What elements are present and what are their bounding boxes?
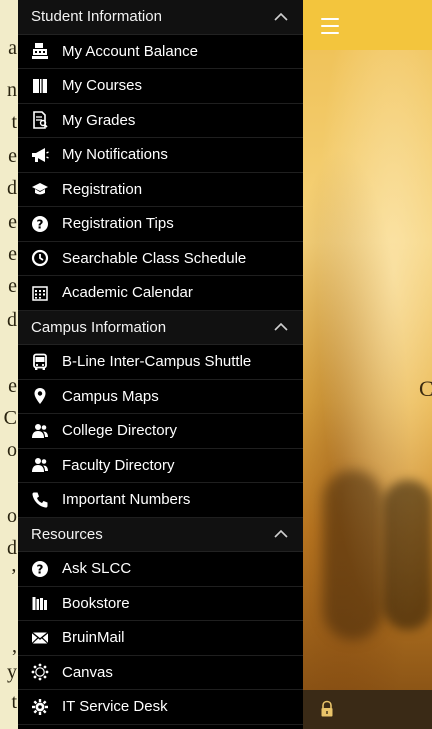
grades-document-icon: [30, 110, 50, 130]
menu-item-label: Canvas: [62, 663, 113, 681]
cash-register-icon: [30, 41, 50, 61]
menu-item-my-notifications[interactable]: My Notifications: [18, 138, 303, 173]
strip-char: t: [11, 691, 17, 713]
menu-item-searchable-class-schedule[interactable]: Searchable Class Schedule: [18, 242, 303, 276]
menu-item-ask-slcc[interactable]: ? Ask SLCC: [18, 552, 303, 587]
menu-item-bruinmail[interactable]: BruinMail: [18, 621, 303, 656]
menu-item-campus-maps[interactable]: Campus Maps: [18, 380, 303, 414]
chevron-up-icon: [274, 12, 288, 21]
calendar-icon: [30, 283, 50, 303]
strip-char: y: [7, 661, 17, 683]
bus-icon: [30, 352, 50, 372]
menu-item-registration[interactable]: Registration: [18, 173, 303, 207]
strip-char: e: [8, 211, 17, 233]
section-header-resources[interactable]: Resources: [18, 517, 303, 552]
strip-char: t: [11, 111, 17, 133]
menu-item-label: Searchable Class Schedule: [62, 249, 247, 267]
clock-icon: [30, 248, 50, 268]
chevron-up-icon: [274, 530, 288, 538]
menu-item-important-numbers[interactable]: Important Numbers: [18, 483, 303, 518]
users-icon: [30, 455, 50, 475]
menu-item-label: Ask SLCC: [62, 560, 132, 578]
strip-char: ’: [10, 565, 17, 587]
main-content-peek: C: [303, 0, 432, 729]
hamburger-menu-icon[interactable]: [321, 18, 341, 34]
menu-item-label: My Grades: [62, 111, 136, 129]
menu-item-label: My Account Balance: [62, 42, 198, 60]
lock-icon[interactable]: [319, 700, 335, 718]
menu-item-bookstore[interactable]: Bookstore: [18, 587, 303, 621]
strip-char: o: [7, 505, 17, 527]
hero-text-fragment: C: [419, 376, 432, 401]
app-bottom-bar: [303, 690, 432, 729]
menu-item-label: Academic Calendar: [62, 284, 193, 302]
menu-item-label: Faculty Directory: [62, 456, 175, 474]
canvas-logo-icon: [30, 662, 50, 682]
graduation-cap-icon: [30, 179, 50, 199]
strip-char: e: [8, 375, 17, 397]
menu-item-label: IT Service Desk: [62, 698, 168, 716]
strip-char: C: [3, 407, 17, 429]
menu-item-label: Bookstore: [62, 594, 130, 612]
strip-char: e: [8, 145, 17, 167]
envelope-icon: [30, 628, 50, 648]
menu-item-label: B-Line Inter-Campus Shuttle: [62, 353, 252, 371]
menu-item-label: Important Numbers: [62, 491, 191, 509]
section-header-student-information[interactable]: Student Information: [18, 0, 303, 35]
strip-char: d: [7, 309, 17, 331]
books-icon: [30, 593, 50, 613]
strip-char: o: [7, 439, 17, 461]
menu-item-label: BruinMail: [62, 629, 125, 647]
users-icon: [30, 421, 50, 441]
megaphone-icon: [30, 145, 50, 165]
strip-char: e: [8, 243, 17, 265]
phone-icon: [30, 490, 50, 510]
hero-photo: C: [303, 50, 432, 690]
menu-item-label: Registration Tips: [62, 215, 174, 233]
app-top-bar: [303, 0, 432, 50]
menu-item-college-directory[interactable]: College Directory: [18, 414, 303, 449]
menu-item-faculty-directory[interactable]: Faculty Directory: [18, 449, 303, 483]
svg-text:?: ?: [37, 217, 44, 231]
section-title: Campus Information: [31, 318, 167, 336]
menu-item-academic-calendar[interactable]: Academic Calendar: [18, 276, 303, 311]
menu-item-it-service-desk[interactable]: IT Service Desk: [18, 690, 303, 725]
book-icon: [30, 76, 50, 96]
photo-figure: [323, 470, 383, 640]
question-circle-icon: ?: [30, 559, 50, 579]
menu-item-my-grades[interactable]: My Grades: [18, 104, 303, 138]
menu-item-my-courses[interactable]: My Courses: [18, 69, 303, 104]
strip-char: e: [8, 275, 17, 297]
strip-char: ,: [12, 635, 17, 657]
svg-text:?: ?: [37, 562, 44, 576]
chevron-up-icon: [274, 323, 288, 331]
strip-char: a: [8, 37, 17, 59]
section-title: Student Information: [31, 8, 162, 26]
menu-item-b-line-shuttle[interactable]: B-Line Inter-Campus Shuttle: [18, 345, 303, 380]
menu-item-label: My Notifications: [62, 146, 168, 164]
question-circle-icon: ?: [30, 214, 50, 234]
section-header-campus-information[interactable]: Campus Information: [18, 310, 303, 345]
menu-item-label: Campus Maps: [62, 387, 159, 405]
navigation-drawer: Student Information My Account Balance M…: [18, 0, 303, 729]
map-pin-icon: [30, 386, 50, 406]
strip-char: d: [7, 537, 17, 559]
background-page-text-edge: a n t e d e e e d e C o o d ’ , y t: [0, 0, 18, 729]
strip-char: d: [7, 177, 17, 199]
wrench-gear-icon: [30, 697, 50, 717]
photo-figure: [383, 480, 432, 630]
menu-item-canvas[interactable]: Canvas: [18, 656, 303, 690]
section-title: Resources: [31, 525, 103, 543]
strip-char: n: [7, 79, 17, 101]
menu-item-my-account-balance[interactable]: My Account Balance: [18, 35, 303, 69]
menu-item-label: Registration: [62, 180, 143, 198]
menu-item-registration-tips[interactable]: ? Registration Tips: [18, 207, 303, 242]
menu-item-label: College Directory: [62, 422, 178, 440]
menu-item-label: My Courses: [62, 77, 143, 95]
